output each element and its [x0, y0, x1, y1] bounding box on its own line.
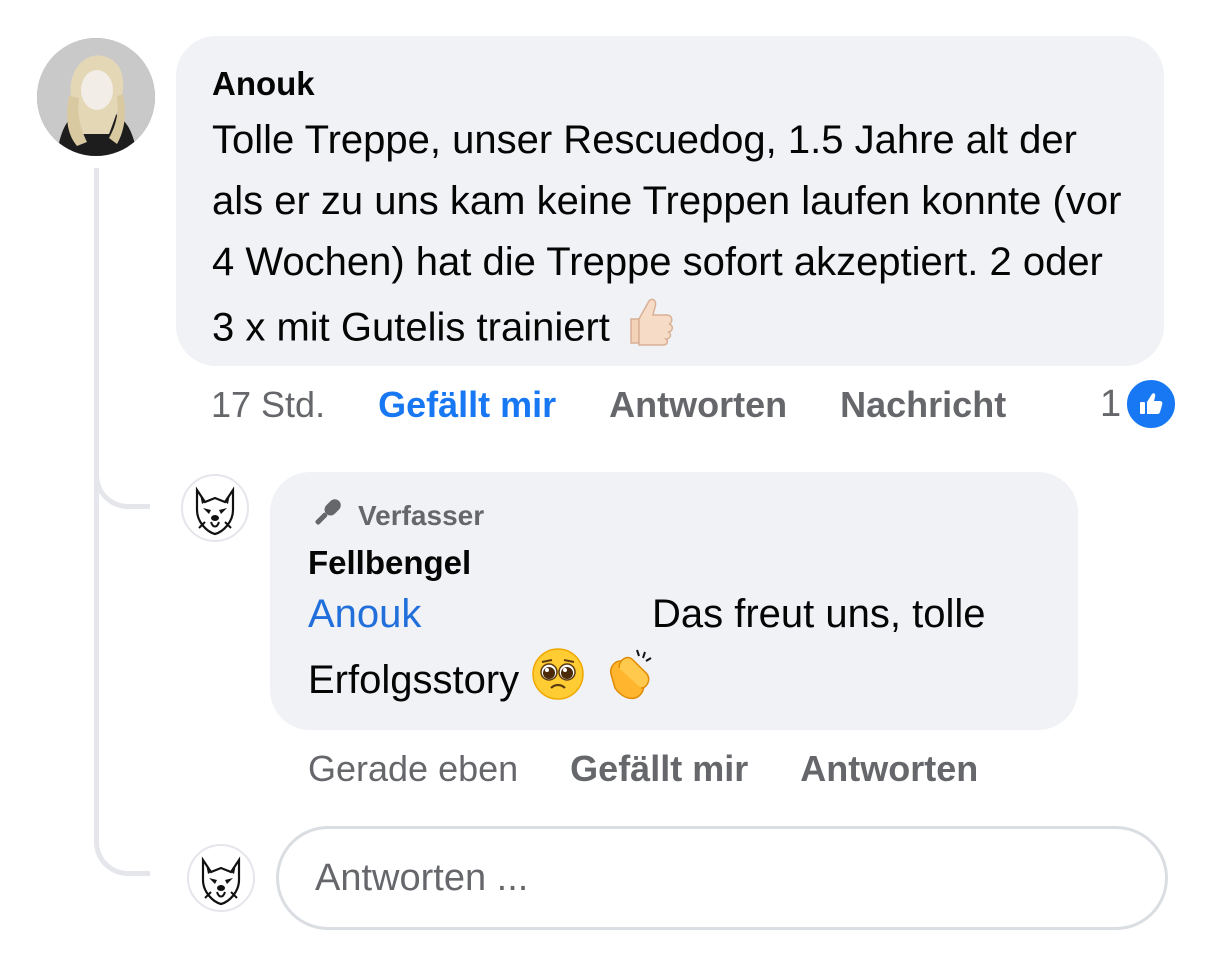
microphone-icon	[308, 494, 358, 539]
thumbs-up-emoji-icon	[621, 293, 677, 367]
reply-text-line2: Erfolgsstory	[308, 658, 520, 703]
thread-connector-input	[94, 168, 150, 876]
reply-timestamp[interactable]: Gerade eben	[308, 748, 518, 790]
reaction-summary[interactable]: 1	[1100, 378, 1178, 430]
author-badge: Verfasser	[308, 496, 1040, 536]
like-count: 1	[1100, 382, 1122, 425]
comment-body: Tolle Treppe, unser Rescuedog, 1.5 Jahre…	[212, 110, 1128, 367]
reply-like-button[interactable]: Gefällt mir	[570, 748, 748, 790]
mention-link[interactable]: Anouk	[308, 584, 652, 644]
like-button[interactable]: Gefällt mir	[378, 384, 556, 426]
avatar[interactable]	[37, 38, 155, 156]
comment-author[interactable]: Anouk	[212, 64, 1128, 104]
comment-thread: Anouk Tolle Treppe, unser Rescuedog, 1.5…	[0, 0, 1206, 956]
reply-button[interactable]: Antworten	[609, 384, 787, 426]
reply-bubble: Verfasser Fellbengel Anouk Das freut uns,…	[270, 472, 1078, 730]
page-avatar[interactable]	[181, 474, 249, 542]
clapping-hands-emoji-icon	[597, 644, 657, 721]
reply-reply-button[interactable]: Antworten	[800, 748, 978, 790]
reply-actions: Gerade eben Gefällt mir Antworten	[308, 744, 978, 794]
reply-author[interactable]: Fellbengel	[308, 542, 1040, 584]
pleading-face-emoji-icon	[530, 646, 586, 719]
reply-input[interactable]	[276, 826, 1168, 930]
reply-body: Anouk Das freut uns, tolle Erfolgsstory	[308, 584, 1040, 721]
reply-text-line1: Das freut uns, tolle	[652, 592, 986, 636]
comment-bubble: Anouk Tolle Treppe, unser Rescuedog, 1.5…	[176, 36, 1164, 366]
badge-label: Verfasser	[358, 500, 485, 531]
message-button[interactable]: Nachricht	[840, 384, 1006, 426]
comment-actions: 17 Std. Gefällt mir Antworten Nachricht	[211, 380, 1006, 430]
composer-avatar	[187, 844, 255, 912]
comment-timestamp[interactable]: 17 Std.	[211, 384, 325, 426]
like-reaction-icon	[1125, 378, 1178, 430]
